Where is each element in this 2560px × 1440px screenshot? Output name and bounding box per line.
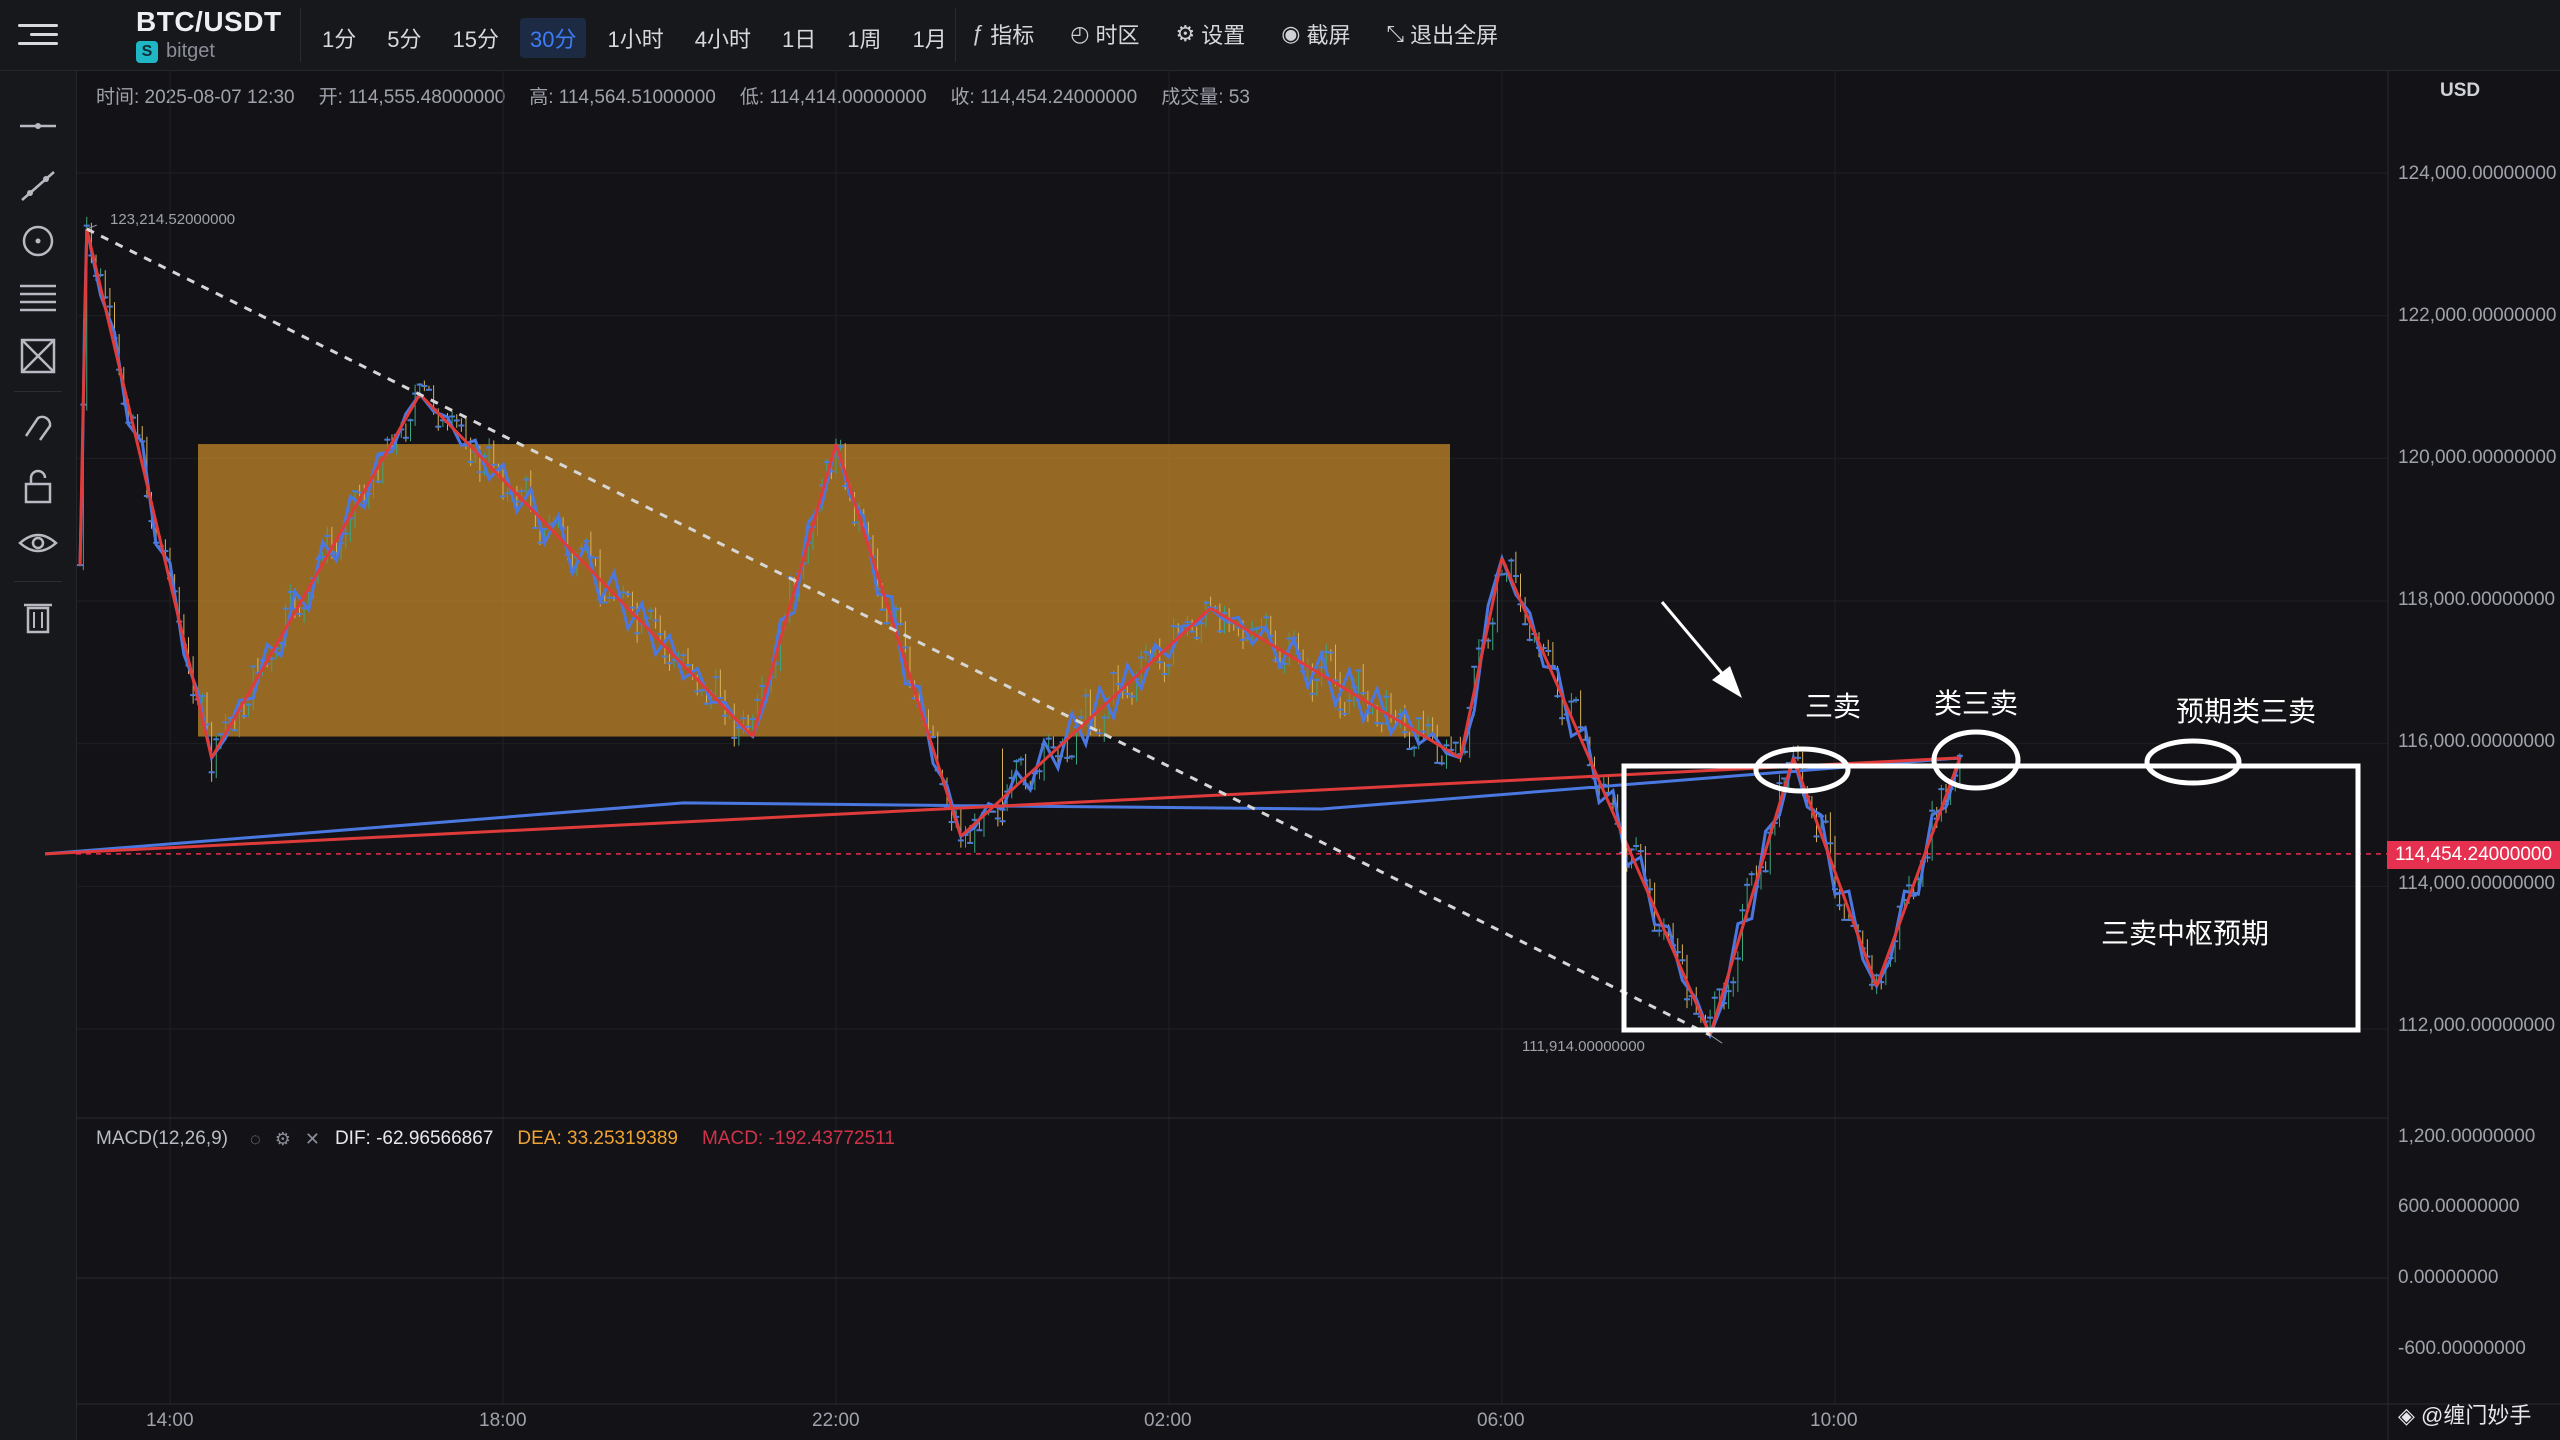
price-axis-label: 118,000.00000000	[2398, 589, 2556, 610]
arrow-head-icon	[1712, 666, 1742, 698]
dea-value: DEA: 33.25319389	[517, 1128, 678, 1149]
chart-grid	[76, 70, 2388, 1404]
price-axis-label: 116,000.00000000	[2398, 731, 2556, 752]
stroke-segment	[1875, 757, 1962, 987]
time-axis-label: 10:00	[1810, 1410, 1858, 1431]
time-axis-label: 18:00	[479, 1410, 527, 1431]
stroke-segment	[1708, 757, 1795, 1036]
expected-sell3-annotation: 预期类三卖	[2176, 696, 2317, 727]
time-axis-label: 22:00	[812, 1410, 860, 1431]
price-axis-label: 114,000.00000000	[2398, 873, 2556, 894]
price-axis-label: 122,000.00000000	[2398, 305, 2557, 326]
macd-axis-label: 1,200.00000000	[2398, 1126, 2536, 1147]
stroke-segment	[85, 228, 214, 759]
stroke-segment	[1500, 557, 1712, 1036]
macd-value: MACD: -192.43772511	[701, 1128, 895, 1149]
stroke-segment	[1458, 557, 1504, 759]
gear-icon[interactable]: ⚙	[275, 1129, 291, 1150]
hide-eye-icon[interactable]: ◌	[250, 1129, 261, 1150]
macd-axis-label: 600.00000000	[2398, 1196, 2520, 1217]
price-axis-label: 124,000.00000000	[2398, 163, 2557, 184]
time-axis-label: 02:00	[1144, 1410, 1192, 1431]
current-price-tag: 114,454.24000000	[2387, 841, 2560, 869]
watermark: ◈ @缠门妙手	[2398, 1403, 2532, 1428]
pivot-box-label: 三卖中枢预期	[2101, 918, 2270, 949]
price-axis-label: 112,000.00000000	[2398, 1015, 2556, 1036]
pivot-expectation-box[interactable]	[1621, 763, 2361, 1033]
close-icon[interactable]: ✕	[305, 1129, 320, 1150]
expected-sell3-ellipse[interactable]	[2144, 738, 2242, 786]
time-axis-label: 14:00	[146, 1410, 194, 1431]
high-marker-label: 123,214.52000000	[110, 211, 235, 228]
time-axis-label: 06:00	[1477, 1410, 1525, 1431]
watermark-logo-icon: ◈	[2398, 1403, 2422, 1428]
sell3-like-annotation: 类三卖	[1934, 688, 2019, 719]
macd-name: MACD(12,26,9)	[96, 1128, 228, 1149]
sell3-annotation: 三卖	[1805, 691, 1862, 722]
macd-axis-label: -600.00000000	[2398, 1338, 2526, 1359]
macd-legend: MACD(12,26,9) ◌ ⚙ ✕ DIF: -62.96566867 DE…	[96, 1128, 895, 1150]
low-marker	[1709, 1034, 1723, 1044]
dif-value: DIF: -62.96566867	[334, 1128, 494, 1149]
low-marker-label: 111,914.00000000	[1522, 1038, 1645, 1055]
price-axis-label: 120,000.00000000	[2398, 447, 2557, 468]
macd-axis-label: 0.00000000	[2398, 1267, 2499, 1288]
